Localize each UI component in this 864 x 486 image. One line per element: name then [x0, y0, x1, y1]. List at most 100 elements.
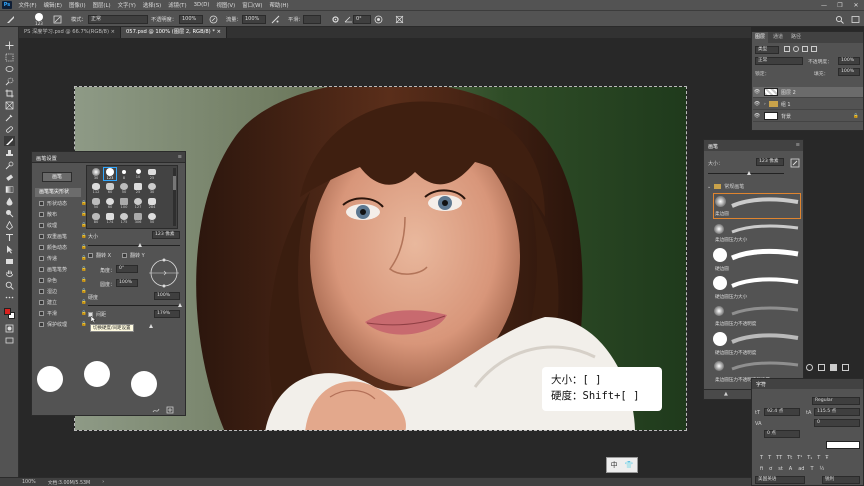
underline-icon[interactable]: T	[817, 455, 820, 463]
small-caps-icon[interactable]: Tt	[787, 455, 792, 463]
option-wet-edges[interactable]: 湿边 🔒	[39, 287, 87, 296]
screen-mode-icon[interactable]	[4, 335, 15, 345]
close-button[interactable]: ✕	[848, 2, 864, 9]
brush-tip-preset[interactable]: 60	[104, 198, 116, 210]
fx-icon[interactable]	[806, 363, 813, 371]
fraction-icon[interactable]: ½	[820, 466, 825, 474]
option-build-up[interactable]: 建立 🔒	[39, 298, 87, 307]
smooth-input[interactable]	[303, 14, 321, 24]
menu-view[interactable]: 视图(V)	[213, 1, 239, 9]
brush-tip-thumbnail[interactable]	[713, 332, 727, 346]
brush-preview-icon[interactable]	[152, 406, 160, 414]
healing-brush-tool-icon[interactable]	[4, 124, 15, 134]
brush-tip-preset[interactable]: 112	[90, 183, 102, 195]
brush-tip-preset[interactable]: 306	[132, 213, 144, 225]
quick-mask-icon[interactable]	[4, 323, 15, 333]
brush-tip-thumbnail[interactable]	[713, 248, 727, 262]
new-brush-preset-icon[interactable]	[790, 158, 800, 168]
kerning-input[interactable]: 0 点	[764, 430, 800, 438]
brush-tip-grid[interactable]: 30 123 8 10 25 112 60 50 25 30 50 60 100…	[86, 165, 178, 229]
brush-tip-preset[interactable]: 60	[104, 183, 116, 195]
bold-icon[interactable]: T	[760, 455, 763, 463]
zoom-tool-icon[interactable]	[4, 280, 15, 290]
brush-tip-preset[interactable]: 284	[146, 198, 158, 210]
brush-tool-icon[interactable]	[6, 15, 15, 24]
mask-icon[interactable]	[818, 363, 825, 371]
hardness-input[interactable]: 100%	[154, 292, 180, 300]
tab-channels[interactable]: 通道	[770, 32, 786, 43]
brush-tip-preset[interactable]: 25	[132, 183, 144, 195]
checkbox[interactable]	[39, 223, 44, 228]
option-shape-dynamics[interactable]: 形状动态 🔒	[39, 199, 87, 208]
italic-icon[interactable]: T	[768, 455, 771, 463]
lock-icon[interactable]: 🔒	[81, 256, 87, 261]
menu-help[interactable]: 帮助(H)	[266, 1, 292, 9]
flow-input[interactable]: 100%	[242, 14, 266, 24]
crop-tool-icon[interactable]	[4, 88, 15, 98]
flip-y[interactable]: 翻转 Y	[122, 251, 145, 260]
zoom-readout[interactable]: 100%	[22, 480, 36, 485]
spacing-slider-knob[interactable]	[149, 324, 153, 328]
toggle-brush-panel-icon[interactable]	[53, 15, 62, 24]
angle-roundness-widget[interactable]	[148, 257, 180, 289]
brush-tip-thumbnail[interactable]	[714, 224, 724, 234]
layer-row-group1[interactable]: 👁 › 组 1	[753, 99, 863, 110]
brush-tip-thumbnail[interactable]	[713, 276, 727, 290]
panel-menu-icon[interactable]: ≡	[178, 154, 182, 160]
option-transfer[interactable]: 传递 🔒	[39, 254, 87, 263]
pressure-opacity-icon[interactable]	[209, 15, 218, 24]
status-arrow-icon[interactable]: ›	[102, 480, 104, 485]
eraser-tool-icon[interactable]	[4, 172, 15, 182]
brush-tip-preset[interactable]: 175	[118, 213, 130, 225]
brush-tip-thumbnail[interactable]	[714, 306, 724, 316]
antialias-select[interactable]: 锐利	[822, 476, 860, 484]
lock-icon[interactable]: 🔒	[81, 311, 87, 316]
checkbox[interactable]	[39, 256, 44, 261]
checkbox[interactable]	[39, 289, 44, 294]
option-color-dynamics[interactable]: 颜色动态 🔒	[39, 243, 87, 252]
delete-layer-icon[interactable]	[842, 363, 849, 371]
brush-tip-preset[interactable]: 10	[132, 168, 144, 180]
lasso-tool-icon[interactable]	[4, 64, 15, 74]
option-dual-brush[interactable]: 双重画笔 🔒	[39, 232, 87, 241]
brush-preset-picker[interactable]: 123	[32, 13, 46, 26]
menu-image[interactable]: 图像(I)	[66, 1, 90, 9]
alternate-icon[interactable]: ơ	[769, 466, 772, 474]
option-scattering[interactable]: 散布 🔒	[39, 210, 87, 219]
search-icon[interactable]	[835, 15, 844, 24]
pressure-size-icon[interactable]	[374, 15, 383, 24]
ord-icon[interactable]: T	[810, 466, 813, 474]
panel-menu-icon[interactable]: ≡	[796, 142, 800, 148]
subscript-icon[interactable]: T₁	[807, 455, 812, 463]
tab-paths[interactable]: 路径	[788, 32, 804, 43]
rectangle-tool-icon[interactable]	[4, 256, 15, 266]
font-style-select[interactable]: Regular	[812, 397, 860, 405]
dodge-tool-icon[interactable]	[4, 208, 15, 218]
chevron-down-icon[interactable]: ⌄	[707, 184, 711, 190]
menu-layer[interactable]: 图层(L)	[89, 1, 114, 9]
checkbox[interactable]	[39, 234, 44, 239]
option-smoothing[interactable]: 平滑 🔒	[39, 309, 87, 318]
size-slider-knob[interactable]	[138, 243, 142, 247]
menu-select[interactable]: 选择(S)	[139, 1, 164, 9]
font-size-input[interactable]: 92.4 点	[764, 408, 800, 416]
lock-icon[interactable]: 🔒	[81, 245, 87, 250]
checkbox[interactable]	[39, 212, 44, 217]
brush-size-input[interactable]: 123 像素	[756, 158, 784, 166]
tab-layers[interactable]: 图层	[752, 32, 769, 43]
lock-icon[interactable]: 🔒	[81, 289, 87, 294]
option-brush-pose[interactable]: 画笔笔势 🔒	[39, 265, 87, 274]
brush-tip-preset[interactable]: 30	[146, 183, 158, 195]
ligature-icon[interactable]: fi	[760, 466, 763, 474]
checkbox[interactable]	[39, 278, 44, 283]
option-texture[interactable]: 纹理 🔒	[39, 221, 87, 230]
brush-tip-preset[interactable]: 25	[146, 168, 158, 180]
lock-icon[interactable]: 🔒	[81, 322, 87, 327]
move-tool-icon[interactable]	[4, 40, 15, 50]
brush-size-mini-knob-icon[interactable]: ▲	[724, 391, 728, 397]
brush-tip-preset[interactable]: 50	[146, 213, 158, 225]
maximize-button[interactable]: ❐	[832, 2, 848, 9]
brush-group-general[interactable]: ⌄ 常规画笔	[707, 182, 801, 191]
workspace-icon[interactable]	[851, 15, 860, 24]
brush-size-knob[interactable]	[747, 171, 751, 175]
